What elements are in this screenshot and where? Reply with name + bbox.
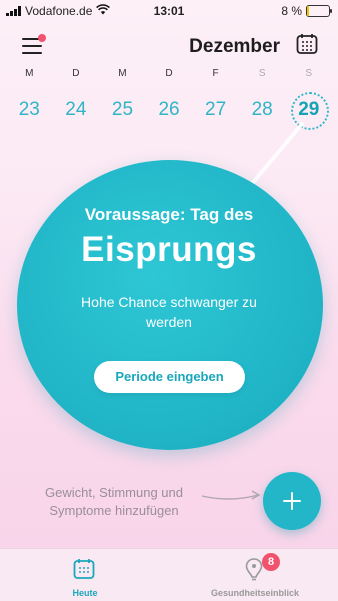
tab-bar: Heute 8 Gesundheitseinblick xyxy=(0,548,338,601)
notification-dot xyxy=(38,34,46,42)
weekday-label: D xyxy=(72,68,80,79)
battery-percent: 8 % xyxy=(281,4,302,18)
notification-badge: 8 xyxy=(262,553,280,571)
status-bar: Vodafone.de 13:01 8 % xyxy=(0,0,338,22)
battery-status: 8 % xyxy=(281,4,332,18)
weekday-label: D xyxy=(165,68,173,79)
lightbulb-pin-icon xyxy=(245,558,263,581)
tab-label: Heute xyxy=(72,588,98,598)
date-cell[interactable]: 24 xyxy=(53,94,100,126)
date-cell[interactable]: 26 xyxy=(146,94,193,126)
calendar-icon xyxy=(73,559,95,579)
month-title: Dezember xyxy=(189,36,280,57)
weekday-label: M xyxy=(25,68,34,79)
prediction-subtitle: Hohe Chance schwanger zu werden xyxy=(81,294,257,330)
prediction-kicker: Voraussage: Tag des xyxy=(84,205,254,224)
date-cell[interactable]: 27 xyxy=(192,94,239,126)
weekday-row: M D M D F S S xyxy=(6,68,332,79)
today-connector xyxy=(248,122,304,188)
add-entry-hint: Gewicht, Stimmung und Symptome hinzufüge… xyxy=(44,485,183,518)
log-period-button[interactable]: Periode eingeben xyxy=(94,361,245,393)
tab-health-insights[interactable]: 8 Gesundheitseinblick xyxy=(190,549,320,601)
prediction-title: Eisprungs xyxy=(81,230,257,269)
date-cell[interactable]: 23 xyxy=(6,94,53,126)
calendar-icon xyxy=(296,34,318,54)
tab-label: Gesundheitseinblick xyxy=(210,588,300,598)
arrow-right-icon xyxy=(201,490,261,500)
calendar-button[interactable] xyxy=(296,33,318,55)
weekday-label: F xyxy=(212,68,219,79)
battery-icon xyxy=(306,5,332,17)
menu-button[interactable] xyxy=(22,34,46,54)
tab-today[interactable]: Heute xyxy=(40,549,130,601)
weekday-label: S xyxy=(305,68,313,79)
weekday-label: M xyxy=(118,68,127,79)
date-cell[interactable]: 25 xyxy=(99,94,146,126)
add-entry-button[interactable] xyxy=(263,472,321,530)
weekday-label: S xyxy=(258,68,266,79)
